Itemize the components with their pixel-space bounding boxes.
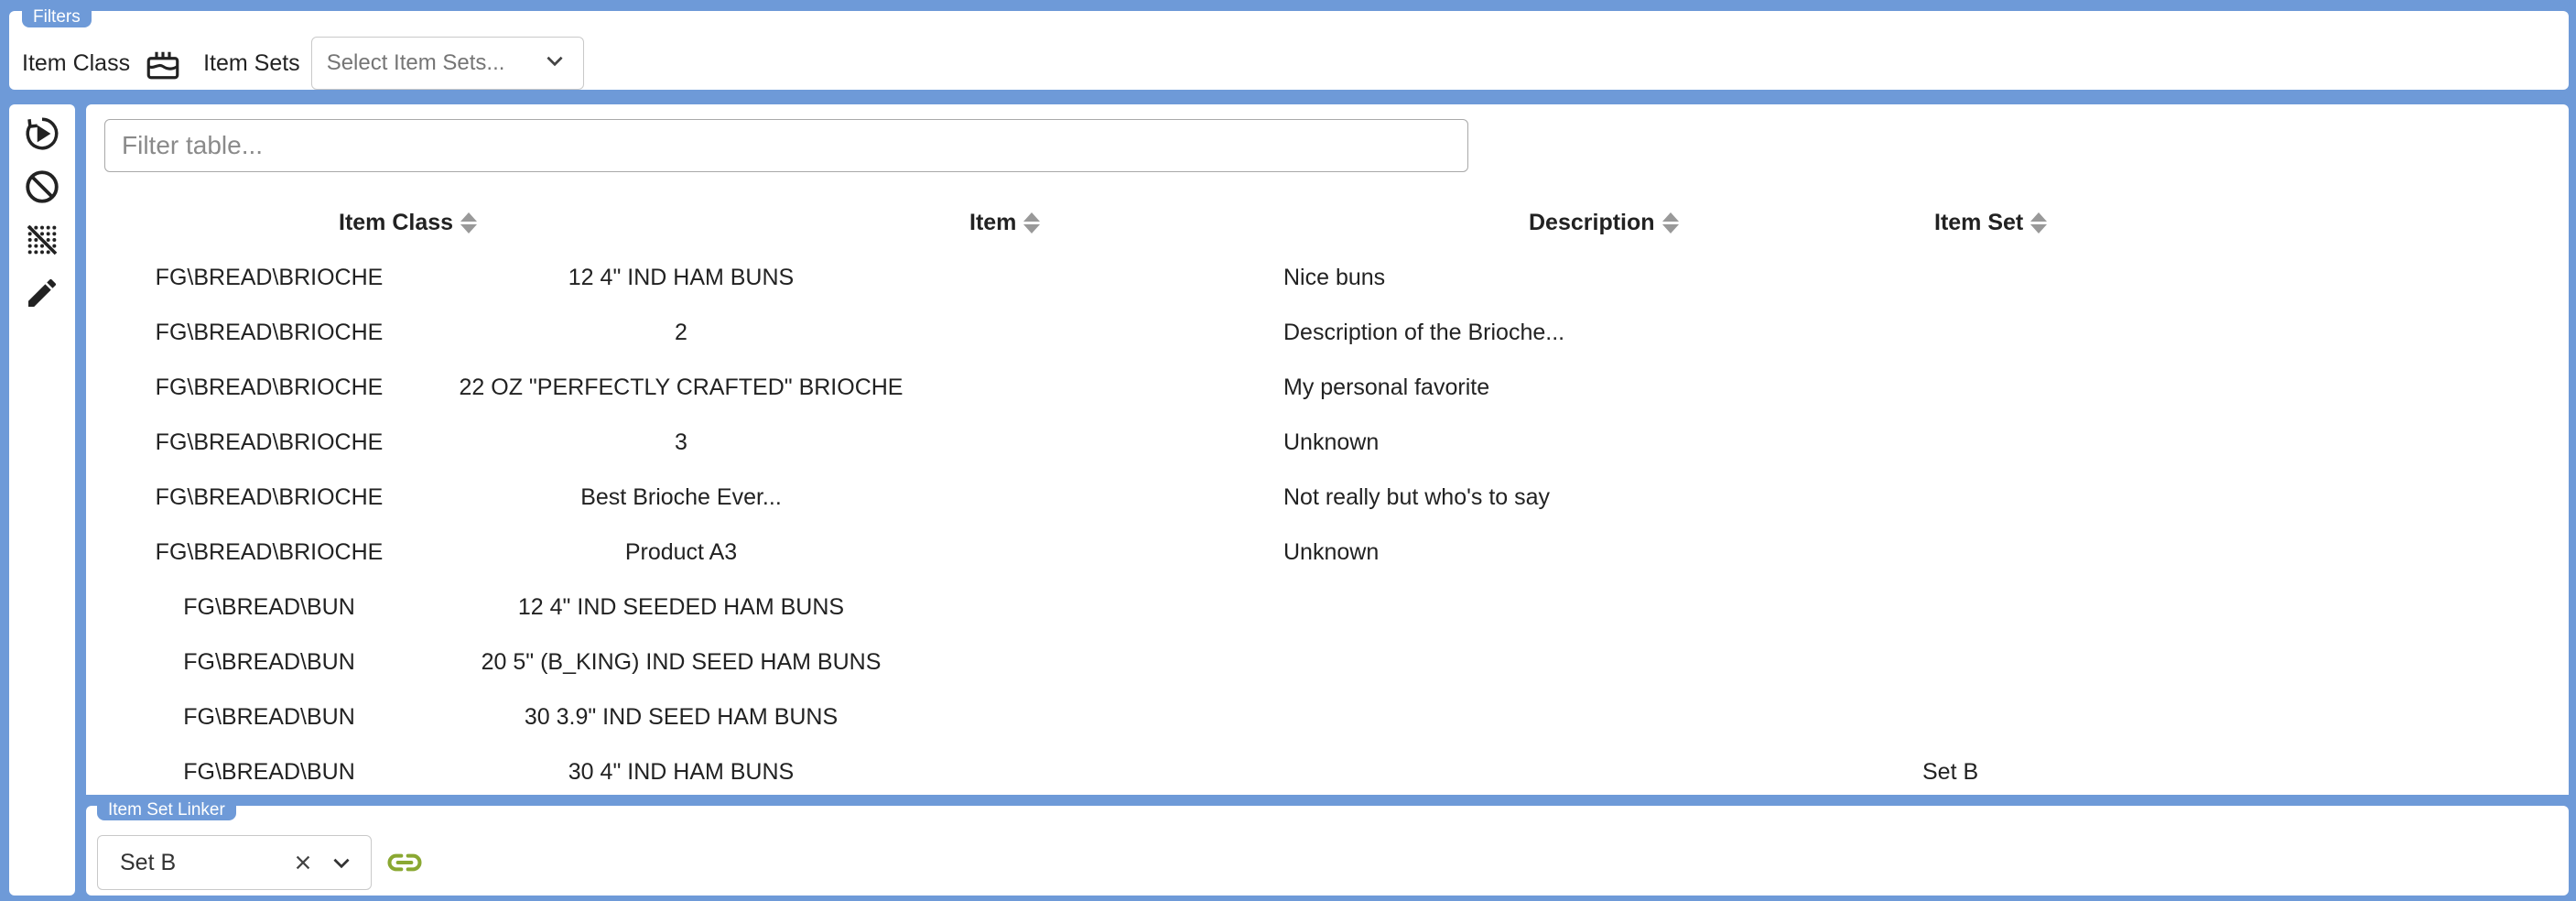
table-row[interactable]: FG\BREAD\BUN 12 4" IND SEEDED HAM BUNS — [86, 580, 2569, 635]
cell-description: Unknown — [1283, 539, 1380, 565]
clear-icon[interactable] — [20, 165, 64, 209]
item-sets-label: Item Sets — [203, 49, 300, 76]
chevron-down-icon[interactable] — [325, 846, 358, 879]
cell-description: Not really but who's to say — [1283, 484, 1551, 510]
item-sets-placeholder: Select Item Sets... — [326, 50, 505, 75]
cell-description: Nice buns — [1283, 265, 1386, 290]
table-row[interactable]: FG\BREAD\BRIOCHE 12 4" IND HAM BUNS Nice… — [86, 250, 2569, 305]
item-sets-select[interactable]: Select Item Sets... — [310, 37, 584, 90]
column-header-item[interactable]: Item — [969, 207, 1041, 238]
table-row[interactable]: FG\BREAD\BUN 20 5" (B_KING) IND SEED HAM… — [86, 635, 2569, 689]
sort-icon[interactable] — [1023, 212, 1041, 233]
clear-selection-icon[interactable] — [287, 846, 319, 879]
filters-panel: Filters Item Class Item Sets Select Item… — [9, 7, 2569, 90]
sort-icon[interactable] — [2030, 212, 2048, 233]
cell-item-set: Set B — [1922, 759, 1979, 785]
column-header-description[interactable]: Description — [1529, 207, 1679, 238]
items-table-panel: Item Class Item Description Item Set FG\… — [86, 104, 2569, 795]
set-select-value: Set B — [120, 849, 177, 875]
cell-item: Product A3 — [624, 539, 738, 565]
cake-icon[interactable] — [141, 41, 185, 85]
cell-description: My personal favorite — [1283, 375, 1490, 400]
sort-icon[interactable] — [460, 212, 478, 233]
column-header-label: Item Set — [1934, 209, 2024, 235]
column-header-item-set[interactable]: Item Set — [1934, 207, 2048, 238]
cell-description: Unknown — [1283, 429, 1380, 455]
chevron-down-icon — [543, 49, 567, 79]
table-row[interactable]: FG\BREAD\BRIOCHE 3 Unknown — [86, 415, 2569, 470]
cell-item: 3 — [675, 429, 687, 455]
table-row[interactable]: FG\BREAD\BUN 30 3.9" IND SEED HAM BUNS — [86, 689, 2569, 744]
sort-icon[interactable] — [1661, 212, 1679, 233]
link-icon[interactable] — [383, 841, 427, 885]
table-row[interactable]: FG\BREAD\BRIOCHE Best Brioche Ever... No… — [86, 470, 2569, 525]
cell-item: 2 — [675, 320, 687, 345]
table-row[interactable]: FG\BREAD\BRIOCHE 22 OZ "PERFECTLY CRAFTE… — [86, 360, 2569, 415]
item-class-label: Item Class — [22, 49, 131, 76]
cell-item: 20 5" (B_KING) IND SEED HAM BUNS — [481, 649, 882, 675]
linker-legend: Item Set Linker — [97, 800, 236, 820]
table-row[interactable]: FG\BREAD\BRIOCHE 2 Description of the Br… — [86, 305, 2569, 360]
refresh-play-icon[interactable] — [20, 112, 64, 156]
column-header-item-class[interactable]: Item Class — [339, 207, 478, 238]
cell-item: 30 4" IND HAM BUNS — [568, 759, 795, 785]
filters-legend: Filters — [22, 7, 92, 27]
cell-description: Description of the Brioche... — [1283, 320, 1565, 345]
set-select[interactable]: Set B — [97, 835, 372, 890]
table-row[interactable]: FG\BREAD\BUN 30 4" IND HAM BUNS Set B — [86, 744, 2569, 799]
cell-item: 22 OZ "PERFECTLY CRAFTED" BRIOCHE — [459, 375, 904, 400]
column-header-label: Description — [1529, 209, 1655, 235]
cell-item: 12 4" IND HAM BUNS — [568, 265, 795, 290]
cell-item: Best Brioche Ever... — [580, 484, 782, 510]
cell-item: 12 4" IND SEEDED HAM BUNS — [517, 594, 845, 620]
filter-table-input[interactable] — [104, 119, 1468, 172]
column-header-label: Item Class — [339, 209, 454, 235]
table-row[interactable]: FG\BREAD\BRIOCHE Product A3 Unknown — [86, 525, 2569, 580]
column-header-label: Item — [969, 209, 1017, 235]
cell-item: 30 3.9" IND SEED HAM BUNS — [524, 704, 839, 730]
item-set-linker-panel: Item Set Linker Set B — [86, 800, 2569, 896]
